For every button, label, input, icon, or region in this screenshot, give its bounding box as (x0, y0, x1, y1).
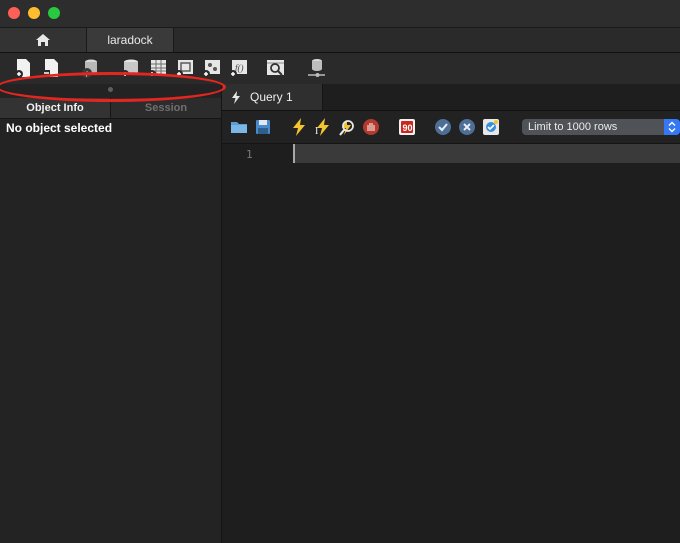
svg-text:f(): f() (235, 63, 244, 73)
minimize-window-button[interactable] (28, 7, 40, 19)
sql-editor[interactable]: 1 (222, 144, 680, 543)
annotation-circle (0, 72, 226, 102)
svg-text:I: I (315, 126, 318, 136)
execute-current-icon[interactable]: I (314, 118, 332, 136)
left-panel: Object Info Session No object selected (0, 84, 222, 543)
current-line-highlight (293, 144, 680, 163)
commit-icon[interactable] (434, 118, 452, 136)
title-bar (0, 0, 680, 28)
limit-rows-value: Limit to 1000 rows (528, 121, 618, 133)
stop-icon[interactable] (362, 118, 380, 136)
search-table-data-icon[interactable] (265, 57, 287, 79)
limit-rows-select[interactable]: Limit to 1000 rows (522, 119, 680, 135)
home-tab[interactable] (0, 28, 87, 52)
close-window-button[interactable] (8, 7, 20, 19)
svg-text:90: 90 (403, 123, 413, 133)
query-toolbar: I 90 Limit to 1000 rows (222, 111, 680, 144)
rollback-icon[interactable] (458, 118, 476, 136)
reconnect-icon[interactable] (305, 57, 327, 79)
create-function-icon[interactable]: f() (227, 57, 249, 79)
open-file-icon[interactable] (230, 118, 248, 136)
tab-object-info-label: Object Info (26, 102, 84, 114)
object-info-status: No object selected (6, 121, 113, 135)
select-chevron-icon (664, 119, 680, 135)
tab-session-label: Session (144, 102, 188, 114)
lightning-icon (232, 90, 240, 104)
connection-tab-laradock[interactable]: laradock (87, 28, 174, 52)
explain-icon[interactable] (338, 118, 356, 136)
autocommit-icon[interactable] (482, 118, 500, 136)
execute-icon[interactable] (290, 118, 308, 136)
tab-query-label: Query 1 (250, 90, 293, 104)
maximize-window-button[interactable] (48, 7, 60, 19)
connection-tab-bar: laradock (0, 28, 680, 53)
save-icon[interactable] (254, 118, 272, 136)
toggle-error-icon[interactable]: 90 (398, 118, 416, 136)
line-number: 1 (246, 148, 253, 161)
connection-tab-label: laradock (107, 33, 153, 47)
create-procedure-icon[interactable] (200, 57, 222, 79)
home-icon (36, 34, 50, 46)
query-tab-bar: Query 1 (222, 84, 680, 111)
text-cursor (293, 144, 295, 163)
tab-query-1[interactable]: Query 1 (222, 84, 323, 110)
